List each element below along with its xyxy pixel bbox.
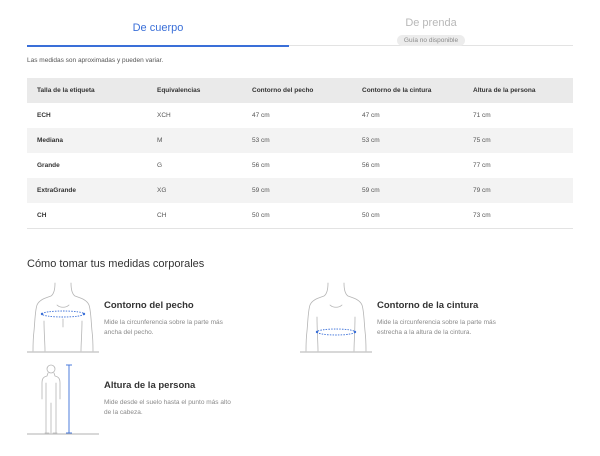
chest-description: Mide la circunferencia sobre la parte má…	[104, 319, 223, 336]
cell-chest: 56 cm	[252, 162, 270, 169]
height-title: Altura de la persona	[104, 380, 196, 391]
cell-size: ExtraGrande	[27, 178, 147, 203]
cell-waist: 53 cm	[352, 128, 463, 153]
height-description: Mide desde el suelo hasta el punto más a…	[104, 399, 231, 416]
cell-waist: 47 cm	[362, 112, 380, 119]
header-waist: Contorno de la cintura	[352, 78, 463, 103]
cell-chest: 50 cm	[242, 203, 352, 229]
cell-waist: 50 cm	[352, 203, 463, 229]
tab-body-label: De cuerpo	[132, 22, 184, 34]
table-row: Grande G 56 cm 56 cm 77 cm	[27, 153, 573, 178]
waist-description: Mide la circunferencia sobre la parte má…	[377, 319, 496, 336]
header-label-size: Talla de la etiqueta	[27, 78, 147, 103]
unavailable-badge: Guía no disponible	[396, 35, 466, 46]
table-row: ECH XCH 47 cm 47 cm 71 cm	[27, 103, 573, 128]
waist-title: Contorno de la cintura	[377, 300, 479, 311]
cell-equivalence: XG	[147, 178, 242, 203]
cell-height: 73 cm	[463, 203, 573, 229]
cell-height: 77 cm	[473, 162, 491, 169]
active-tab-indicator	[27, 45, 289, 47]
cell-chest: 59 cm	[242, 178, 352, 203]
approximate-note: Las medidas son aproximadas y pueden var…	[27, 57, 164, 64]
cell-height: 79 cm	[463, 178, 573, 203]
cell-height: 75 cm	[463, 128, 573, 153]
cell-equivalence: XCH	[157, 112, 171, 119]
cell-size: ECH	[37, 112, 51, 119]
tab-garment-label: De prenda	[405, 17, 457, 29]
table-row: Mediana M 53 cm 53 cm 75 cm	[27, 128, 573, 153]
chest-measure-icon	[27, 282, 99, 353]
cell-equivalence: G	[157, 162, 163, 169]
table-row: ExtraGrande XG 59 cm 59 cm 79 cm	[27, 178, 573, 203]
cell-equivalence: CH	[147, 203, 242, 229]
cell-size: Mediana	[27, 128, 147, 153]
cell-chest: 47 cm	[252, 112, 270, 119]
header-equivalences: Equivalencias	[147, 78, 242, 103]
cell-equivalence: M	[147, 128, 242, 153]
cell-size: CH	[27, 203, 147, 229]
cell-chest: 53 cm	[242, 128, 352, 153]
cell-size: Grande	[37, 162, 60, 169]
tab-body-measurements[interactable]: De cuerpo	[27, 0, 289, 47]
table-header-row: Talla de la etiqueta Equivalencias Conto…	[27, 78, 573, 103]
cell-height: 71 cm	[473, 112, 491, 119]
height-measure-icon	[27, 364, 99, 435]
size-guide-tabs: De cuerpo De prenda Guía no disponible	[27, 0, 573, 47]
howto-title: Cómo tomar tus medidas corporales	[27, 258, 205, 270]
header-height: Altura de la persona	[463, 78, 573, 103]
cell-waist: 59 cm	[352, 178, 463, 203]
size-table: Talla de la etiqueta Equivalencias Conto…	[27, 78, 573, 229]
table-row: CH CH 50 cm 50 cm 73 cm	[27, 203, 573, 229]
header-chest: Contorno del pecho	[242, 78, 352, 103]
waist-measure-icon	[300, 282, 372, 353]
tab-garment-measurements[interactable]: De prenda Guía no disponible	[289, 0, 573, 46]
chest-title: Contorno del pecho	[104, 300, 194, 311]
cell-waist: 56 cm	[362, 162, 380, 169]
